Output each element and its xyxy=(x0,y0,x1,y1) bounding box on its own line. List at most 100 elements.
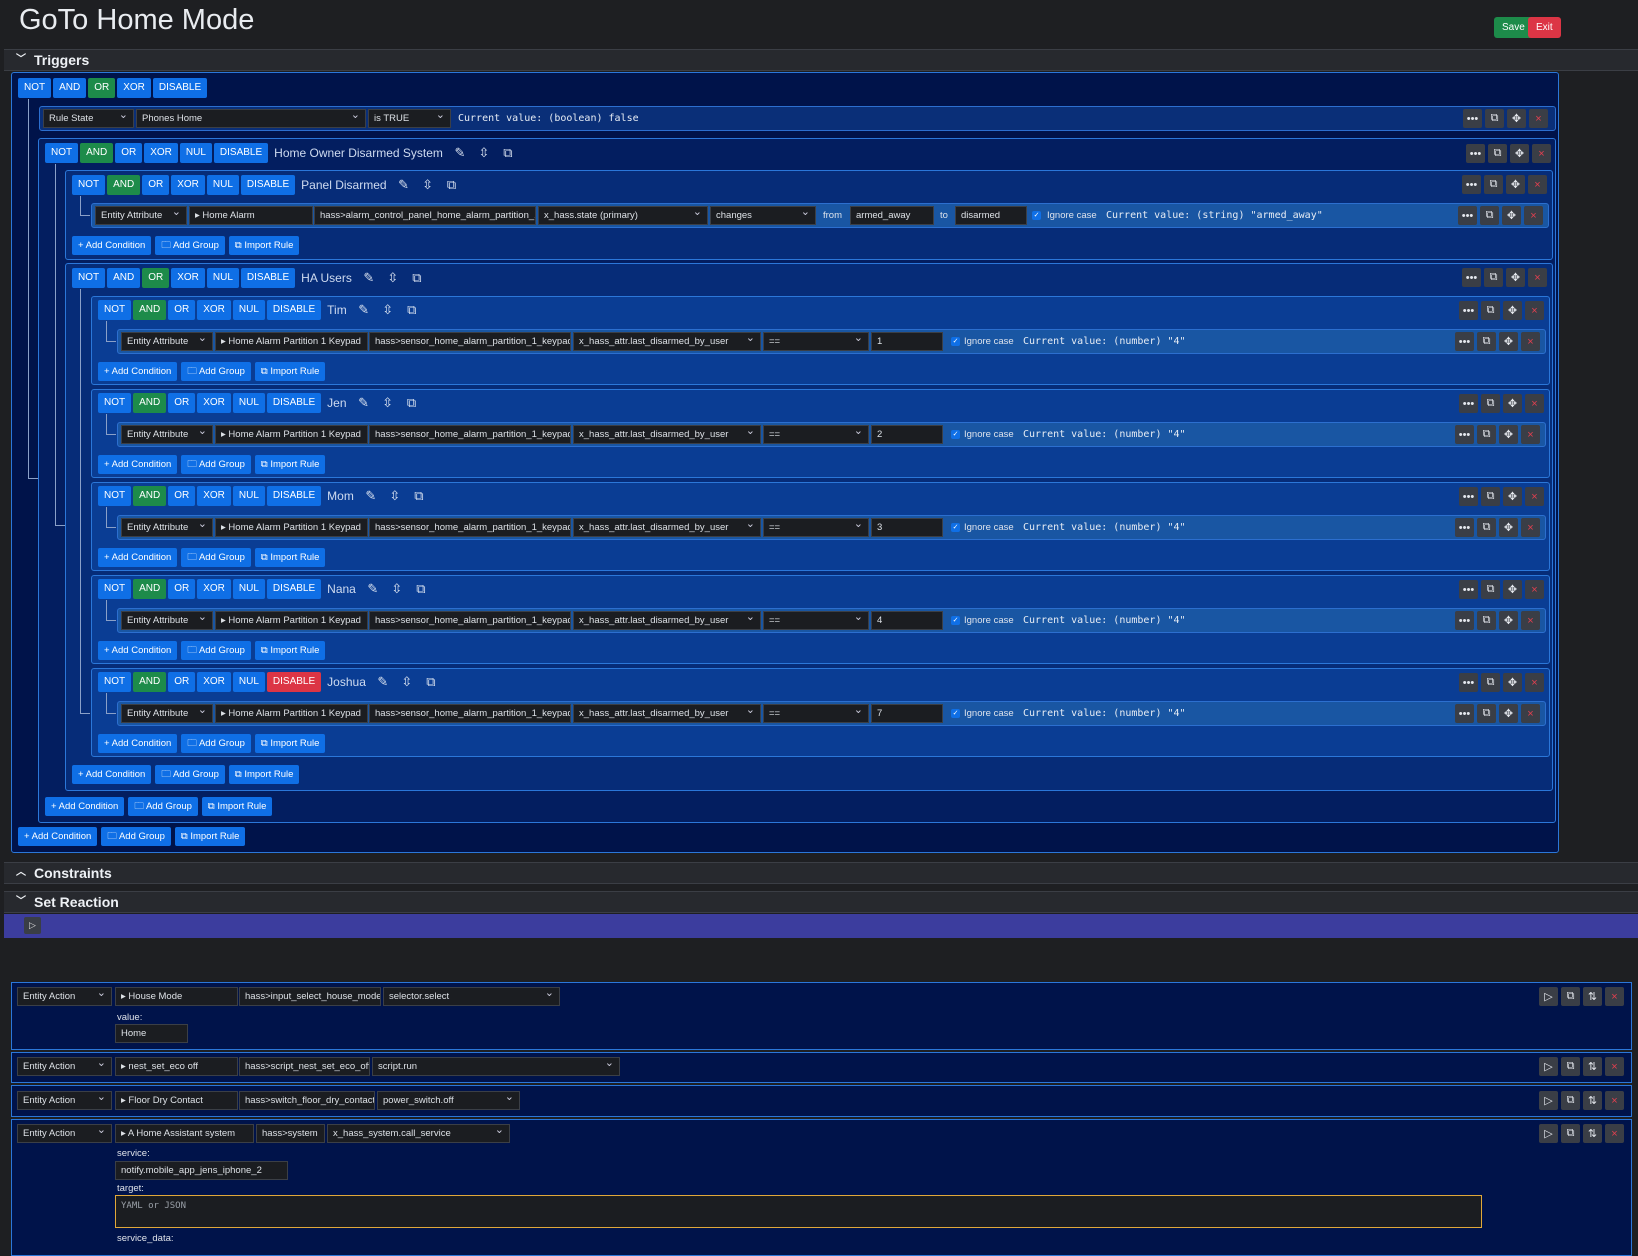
close-icon[interactable]: × xyxy=(1525,301,1544,320)
copy-icon[interactable]: ⧉ xyxy=(1477,425,1496,444)
more-icon[interactable]: ••• xyxy=(1458,206,1477,225)
collapse-icon[interactable]: ⇳ xyxy=(382,268,404,288)
copy-icon[interactable]: ⧉ xyxy=(1484,175,1503,194)
xor-toggle[interactable]: XOR xyxy=(197,486,231,506)
edit-icon[interactable]: ✎ xyxy=(353,393,375,413)
action-type-select[interactable]: Entity Action xyxy=(17,1057,112,1076)
collapse-icon[interactable]: ⇳ xyxy=(417,175,439,195)
value-input[interactable]: 7 xyxy=(871,704,943,723)
open-external-icon[interactable]: ⧉ xyxy=(497,143,519,163)
move-icon[interactable]: ✥ xyxy=(1503,301,1522,320)
nul-toggle[interactable]: NUL xyxy=(232,579,265,599)
save-button[interactable]: Save xyxy=(1494,17,1533,38)
more-icon[interactable]: ••• xyxy=(1455,425,1474,444)
collapse-icon[interactable]: ⇳ xyxy=(386,579,408,599)
collapse-icon[interactable]: ⇳ xyxy=(473,143,495,163)
disable-toggle[interactable]: DISABLE xyxy=(213,143,269,163)
condition-type-select[interactable]: Entity Attribute xyxy=(95,206,187,225)
operator-select[interactable]: == xyxy=(763,332,869,351)
close-icon[interactable]: × xyxy=(1605,1091,1624,1110)
not-toggle[interactable]: NOT xyxy=(98,672,132,692)
ignore-case-checkbox[interactable]: ✓ xyxy=(951,430,960,439)
add-condition-button[interactable]: + Add Condition xyxy=(45,797,125,816)
not-toggle[interactable]: NOT xyxy=(18,78,52,98)
operator-select[interactable]: == xyxy=(763,704,869,723)
copy-icon[interactable]: ⧉ xyxy=(1477,518,1496,537)
service-input[interactable]: notify.mobile_app_jens_iphone_2 xyxy=(115,1161,288,1180)
close-icon[interactable]: × xyxy=(1521,425,1540,444)
more-icon[interactable]: ••• xyxy=(1455,332,1474,351)
xor-toggle[interactable]: XOR xyxy=(171,175,205,195)
not-toggle[interactable]: NOT xyxy=(98,393,132,413)
exit-button[interactable]: Exit xyxy=(1528,17,1561,38)
add-condition-button[interactable]: + Add Condition xyxy=(98,641,178,660)
and-toggle[interactable]: AND xyxy=(107,175,141,195)
entity-picker[interactable]: ▸ nest_set_eco off xyxy=(115,1057,238,1076)
and-toggle[interactable]: AND xyxy=(133,300,167,320)
and-toggle[interactable]: AND xyxy=(53,78,87,98)
collapse-icon[interactable]: ⇳ xyxy=(377,300,399,320)
close-icon[interactable]: × xyxy=(1525,673,1544,692)
play-icon[interactable]: ▷ xyxy=(24,917,41,934)
action-type-select[interactable]: Entity Action xyxy=(17,1124,112,1143)
more-icon[interactable]: ••• xyxy=(1459,580,1478,599)
close-icon[interactable]: × xyxy=(1521,332,1540,351)
add-condition-button[interactable]: + Add Condition xyxy=(18,827,98,846)
collapse-icon[interactable]: ⇳ xyxy=(377,393,399,413)
entity-picker[interactable]: ▸ Home Alarm Partition 1 Keypad xyxy=(215,425,368,444)
import-rule-button[interactable]: ⧉ Import Rule xyxy=(254,362,326,381)
add-condition-button[interactable]: + Add Condition xyxy=(72,765,152,784)
edit-icon[interactable]: ✎ xyxy=(393,175,415,195)
attribute-select[interactable]: x_hass.state (primary) xyxy=(538,206,708,225)
disable-toggle[interactable]: DISABLE xyxy=(240,175,296,195)
nul-toggle[interactable]: NUL xyxy=(206,268,239,288)
move-icon[interactable]: ✥ xyxy=(1499,518,1518,537)
not-toggle[interactable]: NOT xyxy=(98,300,132,320)
more-icon[interactable]: ••• xyxy=(1455,704,1474,723)
import-rule-button[interactable]: ⧉ Import Rule xyxy=(254,641,326,660)
more-icon[interactable]: ••• xyxy=(1455,611,1474,630)
close-icon[interactable]: × xyxy=(1605,987,1624,1006)
section-triggers[interactable]: ﹀ Triggers xyxy=(4,49,1638,71)
import-rule-button[interactable]: ⧉ Import Rule xyxy=(201,797,273,816)
copy-icon[interactable]: ⧉ xyxy=(1485,109,1504,128)
or-toggle[interactable]: OR xyxy=(168,672,196,692)
add-group-button[interactable]: 🗀 Add Group xyxy=(181,641,251,660)
move-icon[interactable]: ✥ xyxy=(1499,425,1518,444)
and-toggle[interactable]: AND xyxy=(133,579,167,599)
open-external-icon[interactable]: ⧉ xyxy=(408,486,430,506)
open-external-icon[interactable]: ⧉ xyxy=(406,268,428,288)
add-group-button[interactable]: 🗀 Add Group xyxy=(128,797,198,816)
close-icon[interactable]: × xyxy=(1524,206,1543,225)
add-condition-button[interactable]: + Add Condition xyxy=(98,734,178,753)
add-group-button[interactable]: 🗀 Add Group xyxy=(181,734,251,753)
play-icon[interactable]: ▷ xyxy=(1539,1091,1558,1110)
not-toggle[interactable]: NOT xyxy=(98,486,132,506)
copy-icon[interactable]: ⧉ xyxy=(1561,987,1580,1006)
disable-toggle[interactable]: DISABLE xyxy=(266,672,322,692)
add-condition-button[interactable]: + Add Condition xyxy=(72,236,152,255)
nul-toggle[interactable]: NUL xyxy=(206,175,239,195)
add-group-button[interactable]: 🗀 Add Group xyxy=(155,765,225,784)
import-rule-button[interactable]: ⧉ Import Rule xyxy=(228,765,300,784)
move-icon[interactable]: ✥ xyxy=(1499,332,1518,351)
copy-icon[interactable]: ⧉ xyxy=(1481,487,1500,506)
close-icon[interactable]: × xyxy=(1525,580,1544,599)
edit-icon[interactable]: ✎ xyxy=(360,486,382,506)
move-icon[interactable]: ✥ xyxy=(1503,580,1522,599)
more-icon[interactable]: ••• xyxy=(1459,394,1478,413)
ignore-case-checkbox[interactable]: ✓ xyxy=(1032,211,1041,220)
copy-icon[interactable]: ⧉ xyxy=(1481,673,1500,692)
action-select[interactable]: power_switch.off xyxy=(377,1091,520,1110)
add-group-button[interactable]: 🗀 Add Group xyxy=(155,236,225,255)
to-input[interactable]: disarmed xyxy=(955,206,1027,225)
more-icon[interactable]: ••• xyxy=(1459,301,1478,320)
import-rule-button[interactable]: ⧉ Import Rule xyxy=(254,548,326,567)
more-icon[interactable]: ••• xyxy=(1455,518,1474,537)
ignore-case-checkbox[interactable]: ✓ xyxy=(951,616,960,625)
not-toggle[interactable]: NOT xyxy=(72,175,106,195)
target-textarea[interactable]: YAML or JSON xyxy=(115,1195,1482,1228)
disable-toggle[interactable]: DISABLE xyxy=(266,393,322,413)
not-toggle[interactable]: NOT xyxy=(98,579,132,599)
attribute-select[interactable]: x_hass_attr.last_disarmed_by_user xyxy=(573,704,761,723)
